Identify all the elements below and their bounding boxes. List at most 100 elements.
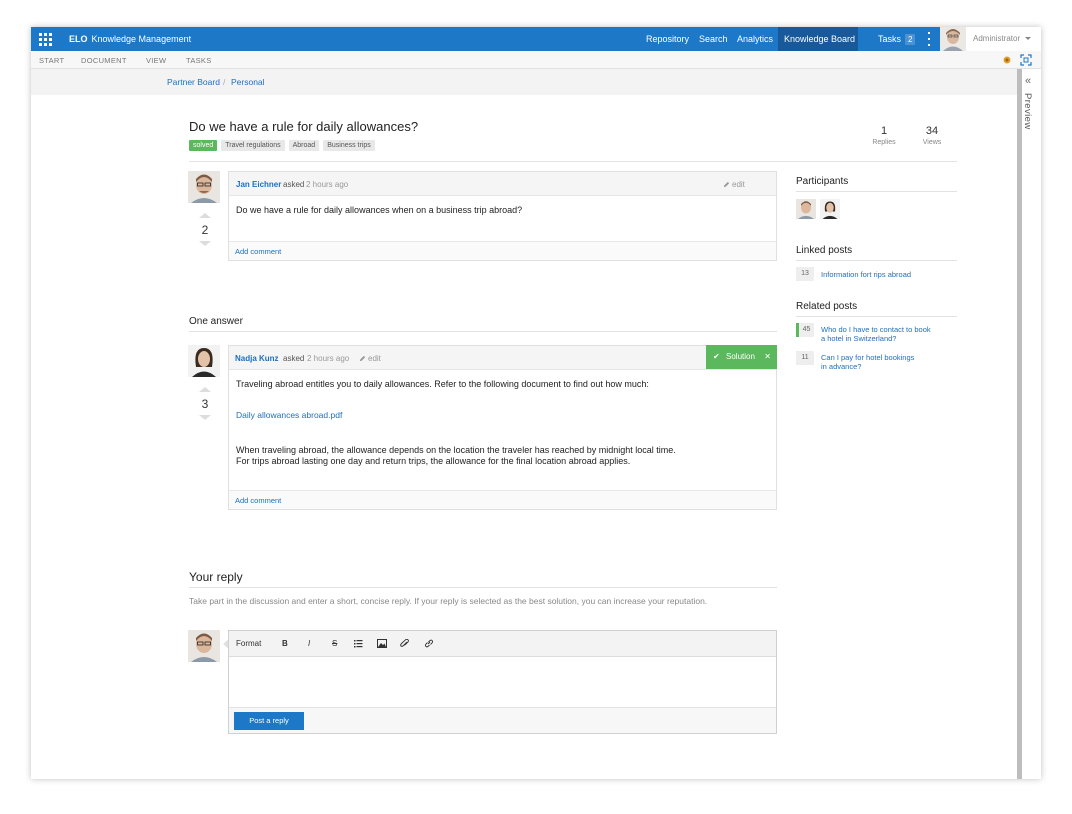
divider bbox=[796, 191, 957, 192]
app-window: ELO Knowledge Management Repository Searc… bbox=[31, 27, 1041, 779]
related-post-line: in advance? bbox=[821, 362, 862, 371]
answer-card-header: Nadja Kunz asked 2 hours ago edit ✔ Solu… bbox=[229, 345, 777, 370]
downvote-arrow-icon[interactable] bbox=[199, 241, 211, 246]
related-post-line: Can I pay for hotel bookings bbox=[821, 353, 915, 362]
user-avatar[interactable] bbox=[940, 27, 966, 51]
replies-label: Replies bbox=[872, 139, 896, 146]
nav-analytics[interactable]: Analytics bbox=[731, 27, 779, 51]
top-bar: ELO Knowledge Management Repository Searc… bbox=[31, 27, 1041, 51]
solution-badge[interactable]: ✔ Solution ✕ bbox=[706, 345, 777, 369]
related-post-line: a hotel in Switzerland? bbox=[821, 334, 897, 343]
answer-add-comment-link[interactable]: Add comment bbox=[235, 496, 281, 505]
plugin-icon[interactable] bbox=[1001, 54, 1013, 66]
ribbon-tab-view[interactable]: VIEW bbox=[146, 56, 166, 65]
brand: ELO Knowledge Management bbox=[69, 34, 191, 44]
participant-avatar-jan[interactable] bbox=[796, 199, 816, 219]
bold-button[interactable]: B bbox=[282, 639, 288, 648]
italic-button[interactable]: I bbox=[308, 639, 310, 648]
ribbon: START DOCUMENT VIEW TASKS bbox=[31, 51, 1041, 69]
author-avatar[interactable] bbox=[188, 171, 220, 203]
ribbon-tab-start[interactable]: START bbox=[39, 56, 64, 65]
linked-post-link[interactable]: Information fort rips abroad bbox=[821, 270, 911, 279]
answers-heading: One answer bbox=[189, 316, 243, 327]
format-dropdown[interactable]: Format bbox=[236, 639, 261, 648]
divider bbox=[189, 587, 777, 588]
close-icon[interactable]: ✕ bbox=[764, 345, 771, 369]
divider bbox=[189, 161, 957, 162]
upvote-arrow-icon[interactable] bbox=[199, 387, 211, 392]
question-card-footer: Add comment bbox=[229, 241, 776, 260]
answer-vote-count: 3 bbox=[201, 397, 209, 411]
ribbon-tab-tasks[interactable]: TASKS bbox=[186, 56, 212, 65]
related-post-link[interactable]: Who do I have to contact to book a hotel… bbox=[821, 325, 931, 343]
upvote-arrow-icon[interactable] bbox=[199, 213, 211, 218]
tasks-count-badge: 2 bbox=[905, 34, 916, 45]
replies-count: 1 bbox=[880, 125, 888, 137]
user-name: Administrator bbox=[973, 34, 1021, 43]
preview-label: Preview bbox=[1022, 93, 1033, 130]
related-post-line: Who do I have to contact to book bbox=[821, 325, 931, 334]
attachment-link[interactable]: Daily allowances abroad.pdf bbox=[236, 410, 769, 421]
image-icon[interactable] bbox=[377, 639, 387, 648]
question-vote: 2 bbox=[190, 213, 220, 246]
views-stat: 34 Views bbox=[912, 125, 952, 146]
answer-text: Traveling abroad entitles you to daily a… bbox=[236, 379, 649, 389]
question-body: Do we have a rule for daily allowances w… bbox=[236, 205, 523, 215]
question-tags: solved Travel regulations Abroad Busines… bbox=[189, 140, 375, 151]
pencil-icon bbox=[723, 182, 730, 188]
answer-author-avatar[interactable] bbox=[188, 345, 220, 377]
post-reply-button[interactable]: Post a reply bbox=[234, 712, 304, 730]
nav-repository[interactable]: Repository bbox=[640, 27, 695, 51]
answer-author-link[interactable]: Nadja Kunz bbox=[235, 354, 279, 363]
more-menu-icon[interactable] bbox=[928, 32, 932, 46]
vertical-scrollbar[interactable] bbox=[1017, 69, 1022, 779]
question-edit-button[interactable]: edit bbox=[723, 180, 745, 189]
edit-label: edit bbox=[732, 180, 745, 189]
app-grid-icon[interactable] bbox=[37, 31, 53, 47]
fullscreen-icon[interactable] bbox=[1020, 54, 1032, 66]
user-menu[interactable]: Administrator bbox=[966, 27, 1041, 51]
tag-solved[interactable]: solved bbox=[189, 140, 218, 151]
attachment-icon[interactable] bbox=[400, 639, 410, 648]
pencil-icon bbox=[359, 356, 366, 362]
editor-footer: Post a reply bbox=[229, 707, 776, 733]
linked-post-count: 13 bbox=[796, 267, 814, 281]
question-add-comment-link[interactable]: Add comment bbox=[235, 247, 281, 256]
reply-text-area[interactable] bbox=[229, 657, 776, 707]
asked-label: asked bbox=[283, 180, 305, 189]
answer-time: 2 hours ago bbox=[307, 354, 350, 363]
tag-business-trips[interactable]: Business trips bbox=[323, 140, 375, 151]
divider bbox=[796, 316, 957, 317]
nav-tasks[interactable]: Tasks 2 bbox=[872, 27, 921, 51]
related-post-link[interactable]: Can I pay for hotel bookings in advance? bbox=[821, 353, 914, 371]
breadcrumb-personal[interactable]: Personal bbox=[231, 77, 265, 87]
nav-knowledge-board[interactable]: Knowledge Board bbox=[778, 27, 858, 51]
answer-vote: 3 bbox=[190, 387, 220, 420]
tag-abroad[interactable]: Abroad bbox=[288, 140, 320, 151]
replies-stat: 1 Replies bbox=[864, 125, 904, 146]
divider bbox=[189, 331, 777, 332]
linked-posts-heading: Linked posts bbox=[796, 245, 853, 256]
participant-avatar-nadja[interactable] bbox=[820, 199, 840, 219]
reply-hint: Take part in the discussion and enter a … bbox=[189, 596, 708, 606]
divider bbox=[796, 260, 957, 261]
chevron-down-icon bbox=[1025, 37, 1032, 41]
edit-label: edit bbox=[368, 354, 381, 363]
question-author-link[interactable]: Jan Eichner bbox=[236, 180, 281, 189]
breadcrumb: Partner Board / Personal bbox=[31, 69, 1017, 95]
checkmark-icon: ✔ bbox=[713, 352, 720, 361]
tag-travel-regulations[interactable]: Travel regulations bbox=[221, 140, 285, 151]
ribbon-tab-document[interactable]: DOCUMENT bbox=[81, 56, 127, 65]
breadcrumb-partner-board[interactable]: Partner Board bbox=[167, 77, 220, 87]
nav-search[interactable]: Search bbox=[693, 27, 734, 51]
question-title: Do we have a rule for daily allowances? bbox=[189, 119, 419, 134]
answer-card-footer: Add comment bbox=[229, 490, 776, 509]
answer-body: Traveling abroad entitles you to daily a… bbox=[229, 370, 776, 467]
downvote-arrow-icon[interactable] bbox=[199, 415, 211, 420]
strikethrough-button[interactable]: S bbox=[332, 639, 337, 648]
collapse-chevron-icon[interactable]: « bbox=[1025, 75, 1031, 87]
answer-edit-button[interactable]: edit bbox=[359, 354, 381, 363]
list-icon[interactable] bbox=[354, 639, 363, 648]
link-icon[interactable] bbox=[424, 639, 434, 648]
question-card: Jan Eichner asked 2 hours ago edit Do we… bbox=[228, 171, 777, 261]
